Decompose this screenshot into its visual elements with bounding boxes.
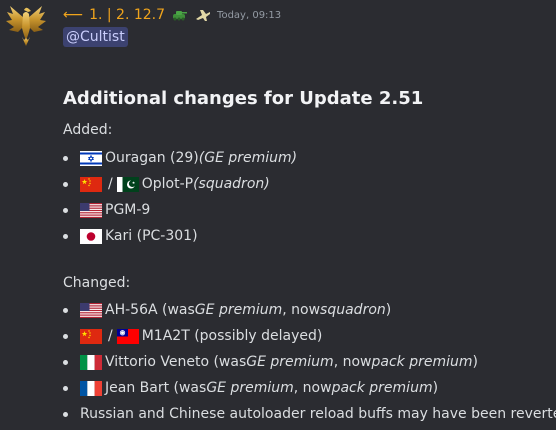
message-header: ⟵ 1. | 2. 12.7 Today, 09:13 (63, 6, 281, 24)
changed-label: Changed: (63, 275, 131, 291)
china-flag-icon (80, 328, 102, 344)
bullet (63, 359, 68, 365)
list-item: PGM-9 (63, 197, 297, 223)
tank-icon (173, 11, 188, 21)
china-flag-icon (80, 176, 102, 192)
message-heading: Additional changes for Update 2.51 (63, 88, 424, 109)
bullet (63, 385, 68, 391)
jet-icon (196, 10, 211, 21)
message-timestamp: Today, 09:13 (217, 9, 282, 21)
chat-message: ⟵ 1. | 2. 12.7 Today, 09:13 @Cultist Add… (0, 0, 556, 430)
changed-list: AH-56A (was GE premium, now squadron) / … (63, 297, 556, 427)
usa-flag-icon (80, 302, 102, 318)
pakistan-flag-icon (116, 176, 139, 192)
left-arrow-icon: ⟵ (63, 7, 84, 23)
bullet (63, 207, 68, 213)
bullet (63, 307, 68, 313)
list-item: Ouragan (29) (GE premium) (63, 145, 297, 171)
list-item: Jean Bart (was GE premium, now pack prem… (63, 375, 556, 401)
user-mention[interactable]: @Cultist (63, 27, 128, 47)
israel-flag-icon (80, 150, 102, 166)
france-flag-icon (80, 380, 102, 396)
author-name[interactable]: ⟵ 1. | 2. 12.7 (63, 7, 165, 23)
added-list: Ouragan (29) (GE premium) / Oplot-P (squ… (63, 145, 297, 249)
bullet (63, 411, 68, 417)
added-label: Added: (63, 122, 113, 138)
list-item: Kari (PC-301) (63, 223, 297, 249)
list-item: / Oplot-P (squadron) (63, 171, 297, 197)
bullet (63, 155, 68, 161)
japan-flag-icon (80, 228, 102, 244)
italy-flag-icon (80, 354, 102, 370)
list-item: Russian and Chinese autoloader reload bu… (63, 401, 556, 427)
list-item: AH-56A (was GE premium, now squadron) (63, 297, 556, 323)
list-item: / M1A2T (possibly delayed) (63, 323, 556, 349)
bullet (63, 181, 68, 187)
avatar[interactable] (6, 4, 46, 46)
list-item: Vittorio Veneto (was GE premium, now pac… (63, 349, 556, 375)
bullet (63, 333, 68, 339)
bullet (63, 233, 68, 239)
usa-flag-icon (80, 202, 102, 218)
taiwan-flag-icon (116, 328, 139, 344)
